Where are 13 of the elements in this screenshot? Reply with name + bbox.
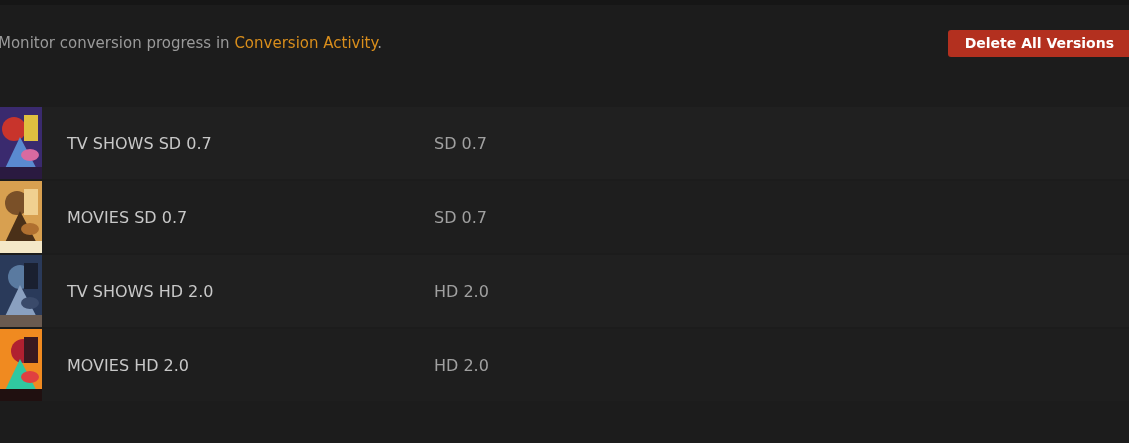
version-quality: HD 2.0	[434, 355, 489, 375]
version-title: MOVIES HD 2.0	[67, 355, 190, 375]
version-quality: SD 0.7	[434, 207, 487, 227]
intro-text: Monitor conversion progress in Conversion Activity.	[0, 34, 382, 52]
version-row[interactable]: TV SHOWS HD 2.0 HD 2.0	[0, 255, 1129, 327]
version-title: MOVIES SD 0.7	[67, 207, 189, 227]
delete-all-versions-button[interactable]: Delete All Versions	[947, 29, 1129, 57]
conversion-activity-link[interactable]: Conversion Activity	[234, 34, 378, 52]
version-quality: SD 0.7	[434, 133, 487, 153]
version-row[interactable]: TV SHOWS SD 0.7 SD 0.7	[0, 107, 1129, 179]
version-title: TV SHOWS SD 0.7	[67, 133, 213, 153]
version-title: TV SHOWS HD 2.0	[67, 281, 215, 301]
version-quality: HD 2.0	[434, 281, 489, 301]
